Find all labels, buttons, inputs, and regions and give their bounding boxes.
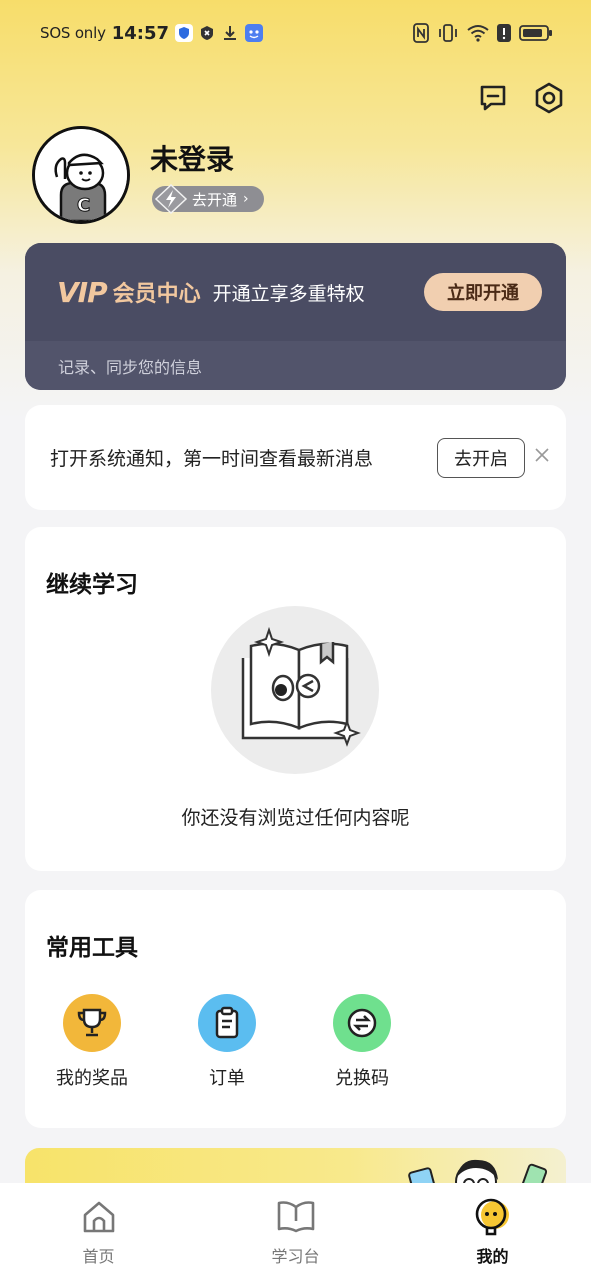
enable-notifications-button[interactable]: 去开启 [437, 438, 525, 478]
lightning-icon [154, 184, 188, 214]
app-notification-icon [245, 24, 264, 42]
open-membership-label: 去开通 [192, 190, 238, 209]
common-tools-title: 常用工具 [46, 935, 138, 961]
wifi-icon [467, 24, 489, 42]
mascot-icon [473, 1197, 513, 1237]
tool-label: 兑换码 [335, 1068, 389, 1089]
vip-description: 开通立享多重特权 [212, 282, 365, 305]
alert-icon [497, 24, 511, 42]
continue-learning-card: 继续学习 你还没有浏览过任何内容呢 [25, 527, 566, 871]
open-membership-pill[interactable]: 去开通 › [152, 184, 264, 214]
clipboard-icon [198, 994, 256, 1052]
mascot-avatar-icon: C [35, 129, 127, 221]
empty-book-illustration [211, 606, 379, 774]
nav-label: 首页 [82, 1247, 115, 1266]
header-actions [477, 82, 565, 114]
avatar[interactable]: C [32, 126, 130, 224]
status-bar: SOS only 14:57 [0, 0, 591, 66]
open-book-icon [241, 626, 361, 747]
battery-icon [519, 24, 553, 42]
settings-icon[interactable] [533, 82, 565, 114]
trophy-icon [63, 994, 121, 1052]
vip-title: 会员中心 [112, 282, 201, 307]
nav-label: 学习台 [271, 1247, 320, 1266]
vibrate-icon [437, 23, 459, 43]
home-icon [79, 1197, 119, 1237]
carrier-text: SOS only [40, 24, 106, 42]
download-icon [221, 24, 239, 42]
notification-prompt-card: 打开系统通知，第一时间查看最新消息 去开启 [25, 405, 566, 510]
empty-state-text: 你还没有浏览过任何内容呢 [181, 807, 410, 829]
nav-study[interactable]: 学习台 [236, 1197, 356, 1267]
username[interactable]: 未登录 [150, 138, 234, 178]
vip-card[interactable]: VIP 会员中心 开通立享多重特权 立即开通 记录、同步您的信息 [25, 243, 566, 390]
tool-my-prizes[interactable]: 我的奖品 [42, 994, 142, 1090]
close-icon[interactable] [534, 447, 550, 463]
notification-prompt-text: 打开系统通知，第一时间查看最新消息 [50, 448, 374, 470]
bottom-navigation: 首页 学习台 我的 [0, 1183, 591, 1280]
common-tools-card: 常用工具 我的奖品 订单 兑换码 [25, 890, 566, 1128]
blocked-icon [199, 25, 215, 41]
tool-orders[interactable]: 订单 [177, 994, 277, 1090]
chevron-right-icon: › [243, 191, 249, 207]
nfc-icon [413, 23, 429, 43]
shield-icon [175, 24, 194, 42]
tool-redeem-code[interactable]: 兑换码 [312, 994, 412, 1090]
nav-home[interactable]: 首页 [39, 1197, 159, 1267]
clock: 14:57 [111, 22, 170, 44]
exchange-icon [333, 994, 391, 1052]
nav-label: 我的 [476, 1247, 509, 1266]
continue-learning-title: 继续学习 [46, 572, 138, 598]
tool-label: 我的奖品 [56, 1068, 128, 1089]
tool-label: 订单 [209, 1068, 245, 1089]
vip-logo: VIP [57, 275, 108, 309]
nav-mine[interactable]: 我的 [433, 1197, 553, 1267]
book-icon [276, 1197, 316, 1237]
message-icon[interactable] [477, 82, 509, 114]
svg-text:C: C [77, 195, 90, 216]
vip-open-button[interactable]: 立即开通 [424, 273, 542, 311]
vip-subtitle: 记录、同步您的信息 [25, 341, 566, 390]
